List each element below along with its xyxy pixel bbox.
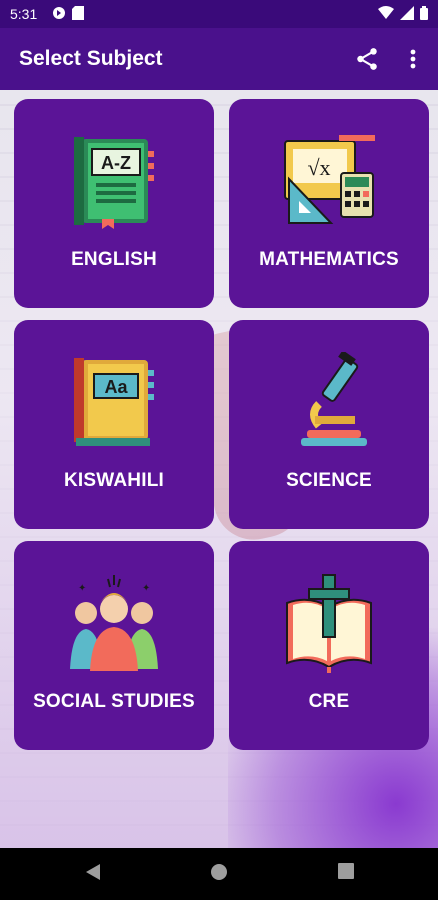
subject-grid: A-Z ENGLISH √x MATHEMATICS Aa KISWAHILI … [0, 90, 438, 848]
subject-label: SOCIAL STUDIES [33, 691, 195, 712]
svg-text:✦: ✦ [142, 583, 150, 594]
page-title: Select Subject [19, 47, 163, 70]
battery-icon [420, 6, 428, 20]
subject-card-mathematics[interactable]: √x MATHEMATICS [229, 99, 429, 308]
subject-label: ENGLISH [71, 249, 157, 270]
subject-card-social-studies[interactable]: ✦ ✦ SOCIAL STUDIES [14, 541, 214, 750]
bible-cross-icon [286, 574, 372, 673]
back-icon[interactable] [84, 862, 102, 882]
subject-card-cre[interactable]: CRE [229, 541, 429, 750]
wifi-icon [378, 6, 394, 19]
math-tools-icon: √x [284, 135, 375, 224]
microscope-icon [301, 352, 367, 446]
status-left-icons [52, 6, 84, 20]
signal-icon [400, 6, 414, 20]
home-icon[interactable] [209, 862, 229, 882]
system-nav-bar [0, 848, 438, 900]
sd-card-icon [72, 6, 84, 20]
people-group-icon: ✦ ✦ [70, 575, 158, 671]
subject-label: KISWAHILI [64, 470, 164, 491]
notification-app-icon [53, 7, 65, 19]
svg-text:Aa: Aa [104, 377, 128, 397]
svg-text:✦: ✦ [78, 583, 86, 594]
status-right-icons [378, 6, 428, 20]
subject-label: MATHEMATICS [259, 249, 399, 270]
subject-card-english[interactable]: A-Z ENGLISH [14, 99, 214, 308]
subject-card-kiswahili[interactable]: Aa KISWAHILI [14, 320, 214, 529]
subject-card-science[interactable]: SCIENCE [229, 320, 429, 529]
subject-label: SCIENCE [286, 470, 372, 491]
svg-text:√x: √x [307, 155, 330, 180]
subject-content: A-Z ENGLISH √x MATHEMATICS Aa KISWAHILI … [0, 90, 438, 848]
status-bar: 5:31 [0, 0, 438, 28]
subject-label: CRE [308, 691, 350, 712]
svg-text:A-Z: A-Z [101, 153, 131, 173]
status-time: 5:31 [10, 6, 38, 22]
az-book-icon: A-Z [74, 137, 154, 229]
share-icon[interactable] [354, 46, 380, 72]
aa-book-icon: Aa [74, 358, 154, 446]
recents-icon[interactable] [337, 862, 355, 880]
more-vert-icon[interactable] [404, 46, 422, 72]
app-bar: Select Subject [0, 28, 438, 90]
